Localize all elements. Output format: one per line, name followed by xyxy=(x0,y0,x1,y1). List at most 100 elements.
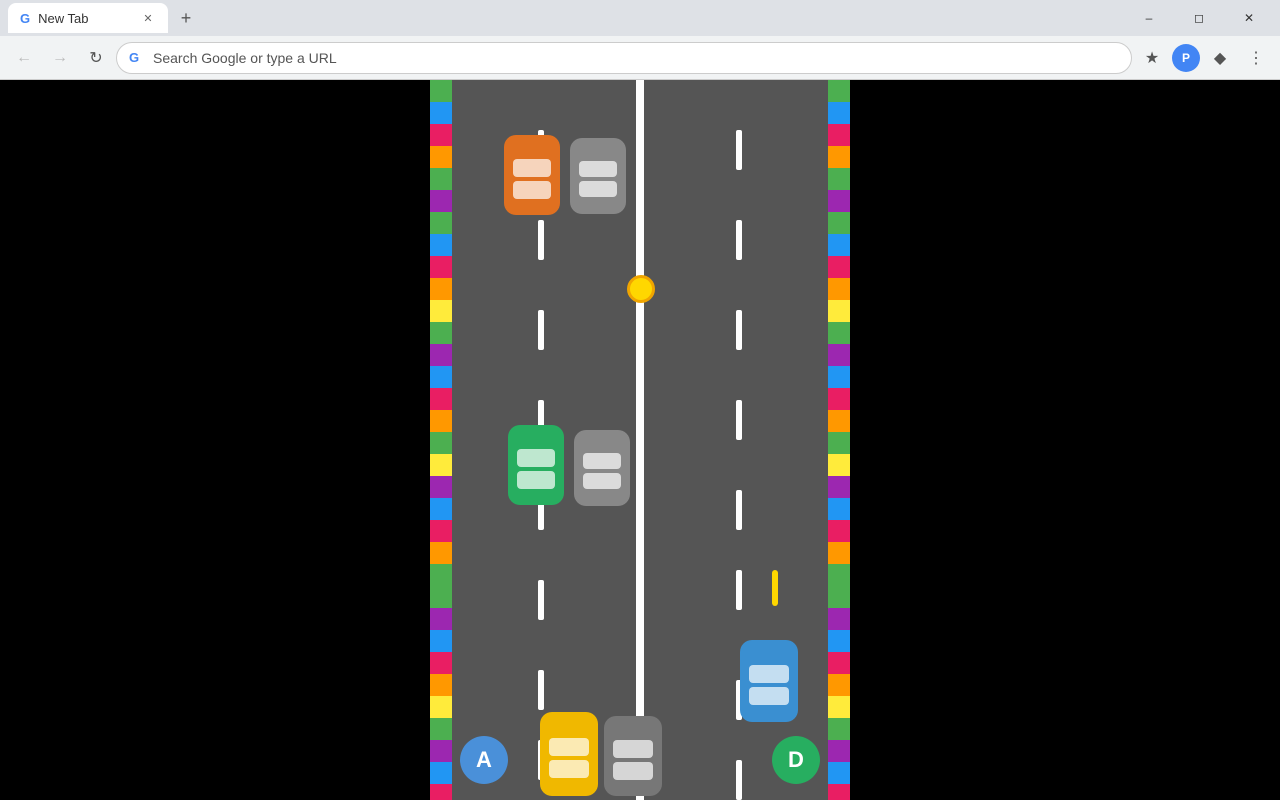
border-block xyxy=(828,146,850,168)
lane-dash xyxy=(538,670,544,710)
border-block xyxy=(828,674,850,696)
border-block xyxy=(430,608,452,630)
close-button[interactable]: ✕ xyxy=(1226,0,1272,36)
border-block xyxy=(430,190,452,212)
center-line xyxy=(636,80,644,800)
border-block xyxy=(430,168,452,190)
minimize-button[interactable]: – xyxy=(1126,0,1172,36)
border-block xyxy=(828,80,850,102)
border-block xyxy=(828,278,850,300)
border-block xyxy=(430,212,452,234)
border-block xyxy=(828,652,850,674)
browser-tab[interactable]: G New Tab ✕ xyxy=(8,3,168,33)
car-window-bottom xyxy=(579,181,617,197)
blue-car xyxy=(740,640,798,722)
car-window-top xyxy=(513,159,551,177)
coin xyxy=(627,275,655,303)
border-block xyxy=(828,564,850,586)
car-window-bottom xyxy=(549,760,589,778)
car-window-bottom xyxy=(517,471,555,489)
border-block xyxy=(430,234,452,256)
new-tab-button[interactable]: + xyxy=(172,4,200,32)
border-block xyxy=(828,366,850,388)
forward-button[interactable]: → xyxy=(44,42,76,74)
border-block xyxy=(430,586,452,608)
border-block xyxy=(828,234,850,256)
border-block xyxy=(828,388,850,410)
bookmark-button[interactable]: ★ xyxy=(1136,42,1168,74)
right-border xyxy=(828,80,850,800)
yellow-car xyxy=(540,712,598,796)
car-window-bottom xyxy=(513,181,551,199)
border-block xyxy=(430,102,452,124)
border-block xyxy=(430,520,452,542)
reload-button[interactable]: ↻ xyxy=(80,42,112,74)
car-window-bottom xyxy=(749,687,789,705)
border-block xyxy=(430,124,452,146)
border-block xyxy=(828,520,850,542)
border-block xyxy=(828,586,850,608)
border-block xyxy=(828,124,850,146)
border-block xyxy=(430,80,452,102)
border-block xyxy=(430,300,452,322)
border-block xyxy=(430,542,452,564)
car-window-bottom xyxy=(583,473,621,489)
lane-dash xyxy=(736,760,742,800)
player-d-button[interactable]: D xyxy=(772,736,820,784)
lane-dash xyxy=(736,310,742,350)
tab-title: New Tab xyxy=(38,11,132,26)
border-block xyxy=(828,256,850,278)
lane-dash xyxy=(538,220,544,260)
car-window-top xyxy=(583,453,621,469)
gray-car-bottom xyxy=(604,716,662,796)
border-block xyxy=(430,718,452,740)
player-a-button[interactable]: A xyxy=(460,736,508,784)
yellow-bar xyxy=(772,570,778,606)
orange-car xyxy=(504,135,560,215)
tab-favicon: G xyxy=(20,11,30,26)
maximize-button[interactable]: ◻ xyxy=(1176,0,1222,36)
border-block xyxy=(828,454,850,476)
address-bar[interactable]: G Search Google or type a URL xyxy=(116,42,1132,74)
border-block xyxy=(828,762,850,784)
border-block xyxy=(430,410,452,432)
menu-button[interactable]: ⋮ xyxy=(1240,42,1272,74)
tab-close-button[interactable]: ✕ xyxy=(140,10,156,26)
border-block xyxy=(430,432,452,454)
border-block xyxy=(430,256,452,278)
car-window-bottom xyxy=(613,762,653,780)
back-button[interactable]: ← xyxy=(8,42,40,74)
border-block xyxy=(828,212,850,234)
car-window-top xyxy=(517,449,555,467)
border-block xyxy=(828,322,850,344)
extensions-button[interactable]: ◆ xyxy=(1204,42,1236,74)
address-text: Search Google or type a URL xyxy=(153,50,1119,66)
green-car xyxy=(508,425,564,505)
gray-car-mid xyxy=(574,430,630,506)
content-area: A D xyxy=(0,80,1280,800)
border-block xyxy=(828,630,850,652)
border-block xyxy=(430,498,452,520)
lane-dash xyxy=(736,400,742,440)
border-block xyxy=(430,674,452,696)
car-window-top xyxy=(579,161,617,177)
border-block xyxy=(828,190,850,212)
profile-icon[interactable]: P xyxy=(1172,44,1200,72)
border-block xyxy=(430,784,452,800)
border-block xyxy=(828,410,850,432)
toolbar-right: ★ P ◆ ⋮ xyxy=(1136,42,1272,74)
border-block xyxy=(430,762,452,784)
border-block xyxy=(828,740,850,762)
title-bar: G New Tab ✕ + – ◻ ✕ xyxy=(0,0,1280,36)
border-block xyxy=(828,498,850,520)
border-block xyxy=(430,278,452,300)
border-block xyxy=(430,388,452,410)
left-border xyxy=(430,80,452,800)
car-window-top xyxy=(549,738,589,756)
car-window-top xyxy=(613,740,653,758)
border-block xyxy=(828,608,850,630)
border-block xyxy=(828,432,850,454)
lane-dash xyxy=(736,220,742,260)
border-block xyxy=(430,322,452,344)
border-block xyxy=(430,564,452,586)
